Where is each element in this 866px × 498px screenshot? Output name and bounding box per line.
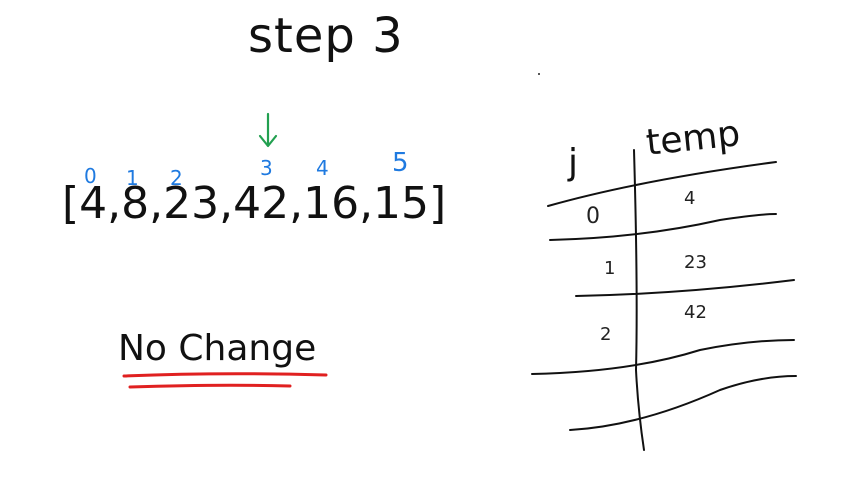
array-values: [4,8,23,42,16,15] xyxy=(62,178,447,229)
red-underline xyxy=(122,372,328,389)
array-index-4: 4 xyxy=(316,156,329,180)
table-cell-j-2: 2 xyxy=(600,324,612,345)
stray-dot xyxy=(538,73,540,75)
table-cell-temp-2: 42 xyxy=(684,302,707,323)
table-cell-j-1: 1 xyxy=(604,258,616,279)
table-grid xyxy=(531,149,797,451)
array-index-5: 5 xyxy=(392,148,409,178)
table-cell-temp-1: 23 xyxy=(684,252,707,273)
page-title: step 3 xyxy=(248,8,404,64)
table-header-j: j xyxy=(568,142,579,183)
pointer-arrow-icon xyxy=(258,112,278,148)
table-cell-temp-0: 4 xyxy=(684,188,696,209)
no-change-label: No Change xyxy=(118,328,317,369)
array-index-3: 3 xyxy=(260,156,273,180)
table-cell-j-0: 0 xyxy=(586,204,600,229)
